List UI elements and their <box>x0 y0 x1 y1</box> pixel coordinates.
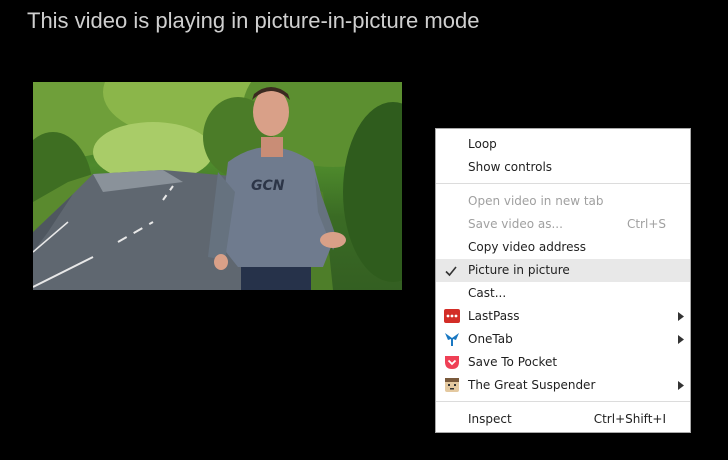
menu-item-save-video[interactable]: Save video as... Ctrl+S <box>436 213 690 236</box>
menu-item-save-to-pocket[interactable]: Save To Pocket <box>436 351 690 374</box>
submenu-arrow-icon <box>678 381 684 390</box>
context-menu: Loop Show controls Open video in new tab… <box>435 128 691 433</box>
video-frame[interactable]: GCN <box>33 82 402 290</box>
lastpass-icon <box>444 309 460 323</box>
menu-item-label: Copy video address <box>468 240 586 254</box>
menu-item-label: Loop <box>468 137 497 151</box>
menu-item-open-video-new-tab[interactable]: Open video in new tab <box>436 190 690 213</box>
menu-item-show-controls[interactable]: Show controls <box>436 156 690 179</box>
menu-item-loop[interactable]: Loop <box>436 133 690 156</box>
jacket-logo: GCN <box>251 178 285 194</box>
great-suspender-icon <box>445 378 459 392</box>
menu-item-label: Open video in new tab <box>468 194 604 208</box>
menu-item-cast[interactable]: Cast... <box>436 282 690 305</box>
menu-item-label: The Great Suspender <box>468 378 596 392</box>
onetab-icon <box>445 333 459 346</box>
pocket-icon <box>445 356 459 369</box>
menu-item-lastpass[interactable]: LastPass <box>436 305 690 328</box>
menu-item-label: Show controls <box>468 160 553 174</box>
menu-item-label: Picture in picture <box>468 263 570 277</box>
menu-separator <box>436 401 690 402</box>
menu-item-onetab[interactable]: OneTab <box>436 328 690 351</box>
checkmark-icon <box>445 266 457 277</box>
menu-item-label: OneTab <box>468 332 513 346</box>
menu-item-label: Save video as... <box>468 217 563 231</box>
submenu-arrow-icon <box>678 335 684 344</box>
menu-item-picture-in-picture[interactable]: Picture in picture <box>436 259 690 282</box>
menu-separator <box>436 183 690 184</box>
menu-item-copy-video-address[interactable]: Copy video address <box>436 236 690 259</box>
shortcut-label: Ctrl+S <box>626 217 666 231</box>
submenu-arrow-icon <box>678 312 684 321</box>
pip-message: This video is playing in picture-in-pict… <box>27 8 480 33</box>
menu-item-inspect[interactable]: Inspect Ctrl+Shift+I <box>436 408 690 431</box>
shortcut-label: Ctrl+Shift+I <box>593 412 666 426</box>
video-still: GCN <box>33 82 402 290</box>
menu-item-label: Inspect <box>468 412 512 426</box>
menu-item-label: Save To Pocket <box>468 355 558 369</box>
menu-item-great-suspender[interactable]: The Great Suspender <box>436 374 690 397</box>
menu-item-label: Cast... <box>468 286 507 300</box>
menu-item-label: LastPass <box>468 309 520 323</box>
